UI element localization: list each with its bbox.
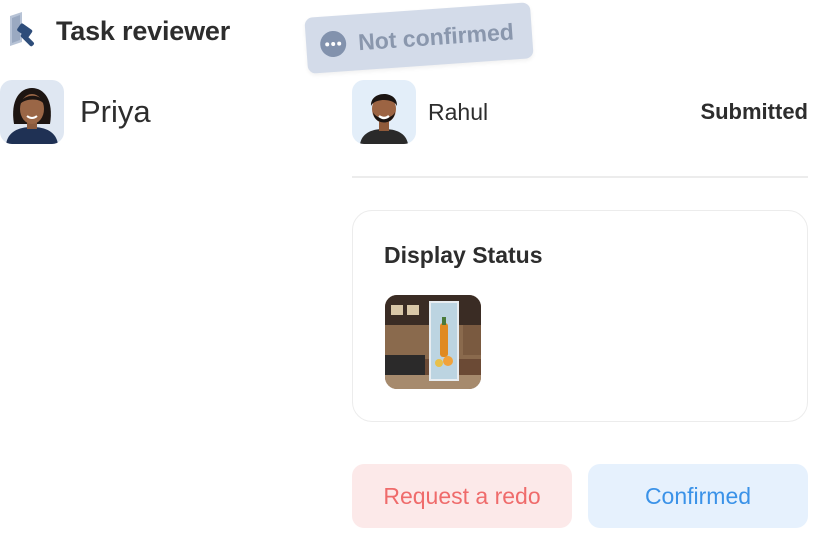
divider	[352, 176, 808, 178]
avatar	[0, 80, 64, 144]
app-header: Task reviewer	[8, 12, 230, 50]
current-user-name: Priya	[80, 94, 151, 129]
store-display-thumbnail[interactable]	[385, 295, 481, 389]
task-reviewer-icon	[8, 12, 40, 50]
card-title: Display Status	[384, 242, 543, 268]
page-title: Task reviewer	[56, 15, 231, 46]
assignee-row: Rahul Submitted	[352, 80, 808, 144]
display-status-card: Display Status	[352, 210, 808, 422]
current-user: Priya	[0, 80, 151, 144]
status-badge-label: Not confirmed	[357, 17, 515, 55]
submission-status: Submitted	[700, 99, 808, 124]
assignee-name: Rahul	[428, 98, 489, 125]
ellipsis-icon	[319, 30, 348, 58]
request-redo-button[interactable]: Request a redo	[352, 464, 572, 528]
confirmed-button[interactable]: Confirmed	[588, 464, 808, 528]
avatar	[352, 80, 416, 144]
status-badge: Not confirmed	[304, 2, 534, 74]
